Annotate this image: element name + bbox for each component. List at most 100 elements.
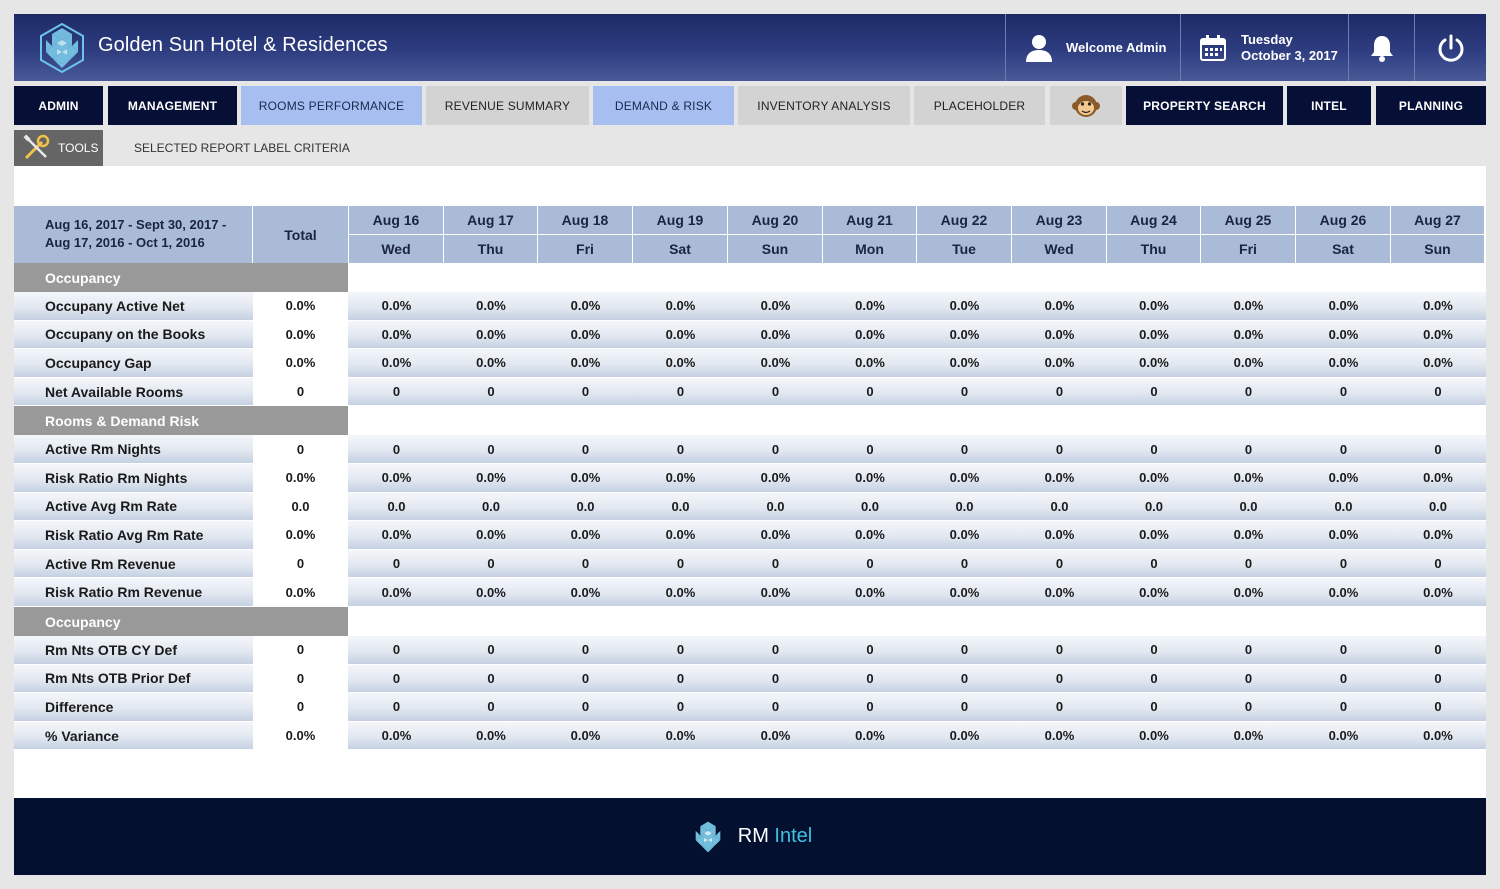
row-value: 0.0% <box>665 298 696 314</box>
row-value: 0 <box>1150 670 1158 686</box>
row-value: 0 <box>1150 556 1158 572</box>
calendar-icon <box>1200 34 1226 61</box>
row-value: 0.0% <box>760 728 791 744</box>
nav-property-search[interactable]: PROPERTY SEARCH <box>1126 86 1283 125</box>
section-header: Rooms & Demand Risk <box>14 406 348 436</box>
tools-icon <box>23 134 50 160</box>
row-value: 0.0% <box>1328 326 1359 342</box>
row-value: 0.0% <box>1423 728 1453 744</box>
welcome-text: Welcome Admin <box>1066 40 1167 55</box>
nav-placeholder[interactable]: PLACEHOLDER <box>914 86 1045 125</box>
row-value: 0.0% <box>570 584 601 600</box>
row-value: 0 <box>1434 384 1442 400</box>
brand-intel: Intel <box>774 825 813 847</box>
row-value: 0.0% <box>1139 298 1169 314</box>
column-dow-header: Thu <box>1107 235 1200 263</box>
row-value: 0.0% <box>1328 728 1359 744</box>
row-value: 0 <box>392 642 401 658</box>
row-value: 0.0% <box>570 470 601 486</box>
row-value: 0.0 <box>1144 498 1164 514</box>
column-dow-header: Tue <box>917 235 1011 263</box>
row-value: 0.0% <box>381 326 412 342</box>
row-total: 0 <box>296 556 305 572</box>
row-label: Risk Ratio Rm Nights <box>45 469 188 486</box>
logout-button[interactable] <box>1414 14 1486 81</box>
row-label: Net Available Rooms <box>45 383 184 400</box>
row-value: 0.0% <box>1328 470 1359 486</box>
row-value: 0.0% <box>1044 728 1075 744</box>
row-value: 0.0% <box>949 355 980 371</box>
column-dow-header: Wed <box>1012 235 1106 263</box>
row-value: 0 <box>866 556 874 572</box>
app-footer: RM Intel <box>14 798 1486 875</box>
row-value: 0.0% <box>381 584 412 600</box>
row-value: 0.0% <box>1139 728 1169 744</box>
row-value: 0 <box>581 384 590 400</box>
row-value: 0.0% <box>665 326 696 342</box>
row-value: 0.0% <box>570 326 601 342</box>
row-value: 0 <box>1339 556 1348 572</box>
row-total: 0.0% <box>285 584 316 600</box>
row-value: 0 <box>676 441 685 457</box>
nav-management[interactable]: MANAGEMENT <box>108 86 237 125</box>
nav-monkey-button[interactable] <box>1050 86 1122 125</box>
row-value: 0.0% <box>1044 470 1075 486</box>
nav-admin[interactable]: ADMIN <box>14 86 103 125</box>
row-value: 0.0% <box>760 584 791 600</box>
power-icon <box>1438 34 1463 62</box>
row-value: 0.0% <box>476 470 506 486</box>
row-value: 0 <box>1434 642 1442 658</box>
date-label: October 3, 2017 <box>1241 47 1338 63</box>
row-value: 0 <box>866 699 874 715</box>
user-menu[interactable]: Welcome Admin <box>1005 14 1180 81</box>
row-value: 0 <box>392 699 401 715</box>
row-total: 0.0 <box>291 498 310 514</box>
row-value: 0 <box>771 384 780 400</box>
column-dow-header: Sat <box>1296 235 1390 263</box>
row-value: 0.0% <box>1139 527 1169 543</box>
row-value: 0 <box>1339 699 1348 715</box>
row-value: 0.0% <box>1139 470 1169 486</box>
row-value: 0.0% <box>1044 584 1075 600</box>
total-header: Total <box>253 206 348 263</box>
row-value: 0 <box>1244 670 1253 686</box>
row-value: 0.0% <box>949 527 980 543</box>
nav-demand-risk[interactable]: DEMAND & RISK <box>593 86 734 125</box>
row-value: 0.0 <box>576 498 595 514</box>
tools-button[interactable]: TOOLS <box>14 130 103 166</box>
row-label: Active Avg Rm Rate <box>45 498 178 515</box>
row-value: 0 <box>771 642 780 658</box>
nav-revenue-summary[interactable]: REVENUE SUMMARY <box>426 86 589 125</box>
row-value: 0.0 <box>1334 498 1353 514</box>
row-value: 0 <box>581 670 590 686</box>
row-value: 0 <box>487 556 495 572</box>
column-dow-header: Thu <box>444 235 537 263</box>
row-value: 0.0 <box>1050 498 1069 514</box>
hotel-name: Golden Sun Hotel & Residences <box>98 34 388 56</box>
row-value: 0.0% <box>665 728 696 744</box>
row-value: 0 <box>581 441 590 457</box>
row-value: 0.0% <box>1139 326 1169 342</box>
nav-rooms-performance[interactable]: ROOMS PERFORMANCE <box>241 86 422 125</box>
report-criteria-bar[interactable]: SELECTED REPORT LABEL CRITERIA <box>108 130 1486 166</box>
nav-planning[interactable]: PLANNING <box>1376 86 1486 125</box>
row-value: 0 <box>1339 441 1348 457</box>
row-value: 0.0% <box>570 355 601 371</box>
row-value: 0 <box>771 699 780 715</box>
row-value: 0.0% <box>760 470 791 486</box>
range-line-2: Aug 17, 2016 - Oct 1, 2016 <box>45 235 205 250</box>
column-date-header: Aug 20 <box>728 206 822 234</box>
row-value: 0.0% <box>855 527 885 543</box>
row-value: 0 <box>1339 642 1348 658</box>
row-value: 0.0% <box>1044 326 1075 342</box>
row-value: 0 <box>866 441 874 457</box>
nav-inventory-analysis[interactable]: INVENTORY ANALYSIS <box>738 86 910 125</box>
nav-intel[interactable]: INTEL <box>1287 86 1371 125</box>
row-value: 0.0% <box>949 470 980 486</box>
row-value: 0.0% <box>1423 470 1453 486</box>
column-dow-header: Wed <box>349 235 443 263</box>
row-value: 0 <box>1055 699 1064 715</box>
row-label: Risk Ratio Rm Revenue <box>45 584 203 601</box>
row-value: 0 <box>487 642 495 658</box>
notifications-button[interactable] <box>1348 14 1414 81</box>
